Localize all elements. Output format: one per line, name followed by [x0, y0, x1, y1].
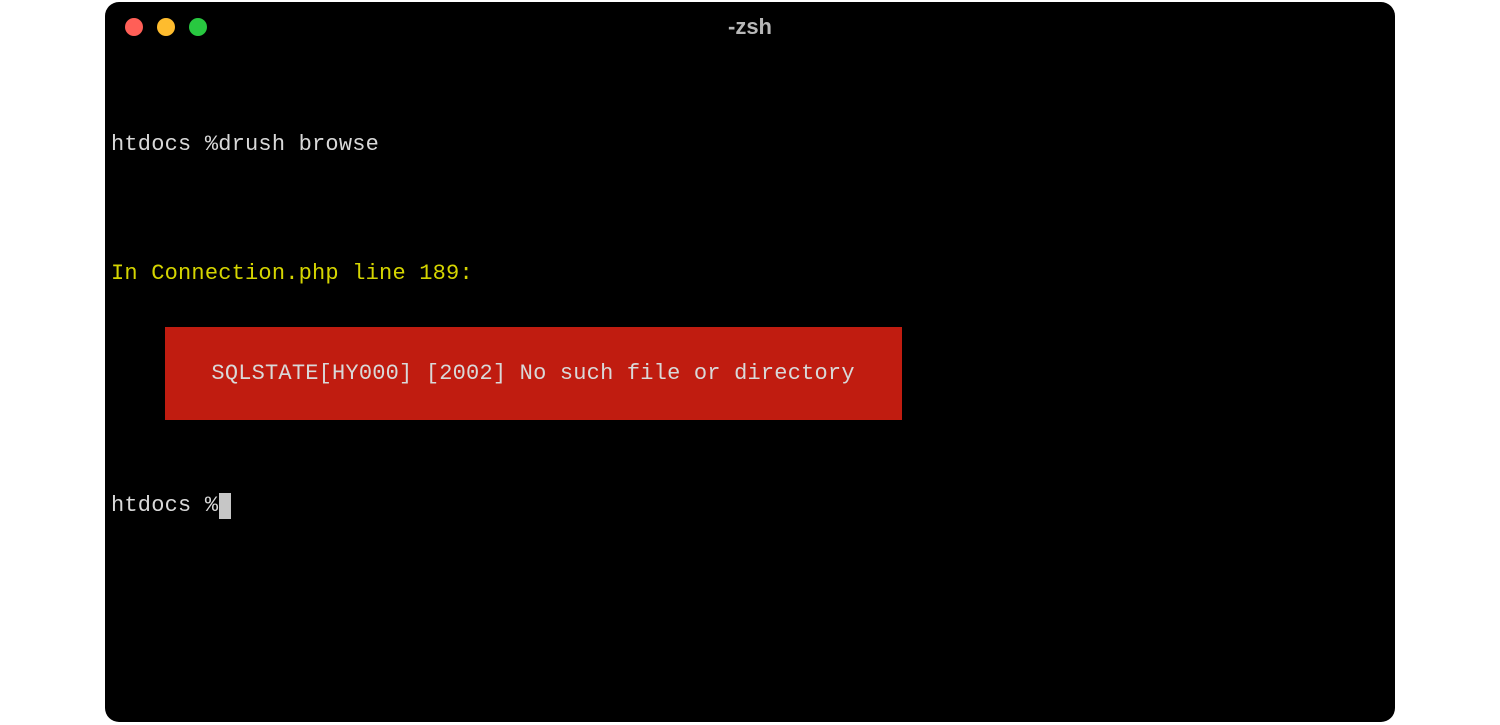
prompt-text: htdocs %: [111, 489, 218, 522]
prompt-text: htdocs %: [111, 132, 218, 157]
error-location: In Connection.php line 189:: [111, 257, 1389, 290]
terminal-body[interactable]: htdocs %drush browse In Connection.php l…: [105, 52, 1395, 594]
cursor-icon: [219, 493, 231, 519]
error-message-block: SQLSTATE[HY000] [2002] No such file or d…: [165, 327, 902, 420]
titlebar: -zsh: [105, 2, 1395, 52]
minimize-icon[interactable]: [157, 18, 175, 36]
command-text: drush browse: [218, 132, 379, 157]
close-icon[interactable]: [125, 18, 143, 36]
zoom-icon[interactable]: [189, 18, 207, 36]
traffic-lights: [125, 18, 207, 36]
terminal-window: -zsh htdocs %drush browse In Connection.…: [105, 2, 1395, 722]
command-line-2: htdocs %: [111, 489, 1389, 522]
command-line-1: htdocs %drush browse: [111, 128, 1389, 161]
window-title: -zsh: [105, 14, 1395, 40]
